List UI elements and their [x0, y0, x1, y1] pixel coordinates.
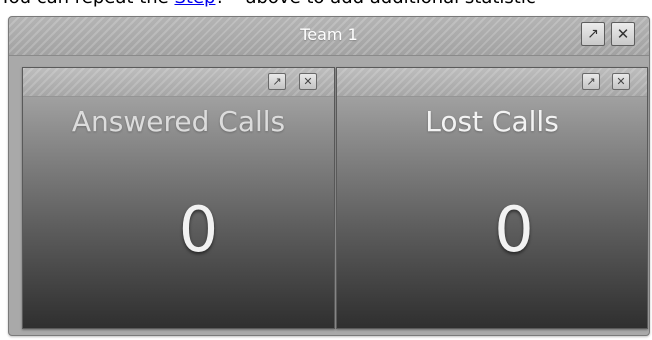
close-icon: ✕ [616, 25, 630, 43]
lost-calls-widget: ↗ ✕ Lost Calls 0 [336, 67, 648, 329]
team-popout-button[interactable]: ↗ [581, 22, 605, 46]
close-icon: ✕ [303, 75, 313, 88]
team-close-button[interactable]: ✕ [611, 22, 635, 46]
widget-title: Answered Calls [71, 105, 286, 138]
widget-close-button[interactable]: ✕ [299, 73, 317, 90]
widget-title: Lost Calls [425, 105, 559, 138]
popout-icon: ↗ [272, 75, 282, 88]
team-window: Team 1 ↗ ✕ ↗ ✕ Answered Calls 0 ↗ ✕ Lost… [8, 16, 650, 336]
team-window-header[interactable]: Team 1 ↗ ✕ [9, 17, 649, 56]
popout-icon: ↗ [587, 26, 599, 42]
step-link[interactable]: Step [174, 0, 215, 8]
widget-popout-button[interactable]: ↗ [582, 73, 600, 90]
instruction-text: You can repeat the Step? * above to add … [0, 0, 536, 8]
widget-header[interactable]: ↗ ✕ [23, 68, 334, 97]
popout-icon: ↗ [586, 75, 596, 88]
instruction-prefix: You can repeat the [0, 0, 174, 8]
widget-value: 0 [178, 193, 219, 266]
widget-close-button[interactable]: ✕ [612, 73, 630, 90]
team-window-title: Team 1 [300, 25, 358, 44]
widget-popout-button[interactable]: ↗ [268, 73, 286, 90]
widget-value: 0 [494, 193, 534, 266]
close-icon: ✕ [616, 75, 626, 88]
widget-header[interactable]: ↗ ✕ [337, 68, 647, 97]
answered-calls-widget: ↗ ✕ Answered Calls 0 [22, 67, 335, 329]
instruction-suffix: ? * above to add additional statistic [215, 0, 535, 8]
